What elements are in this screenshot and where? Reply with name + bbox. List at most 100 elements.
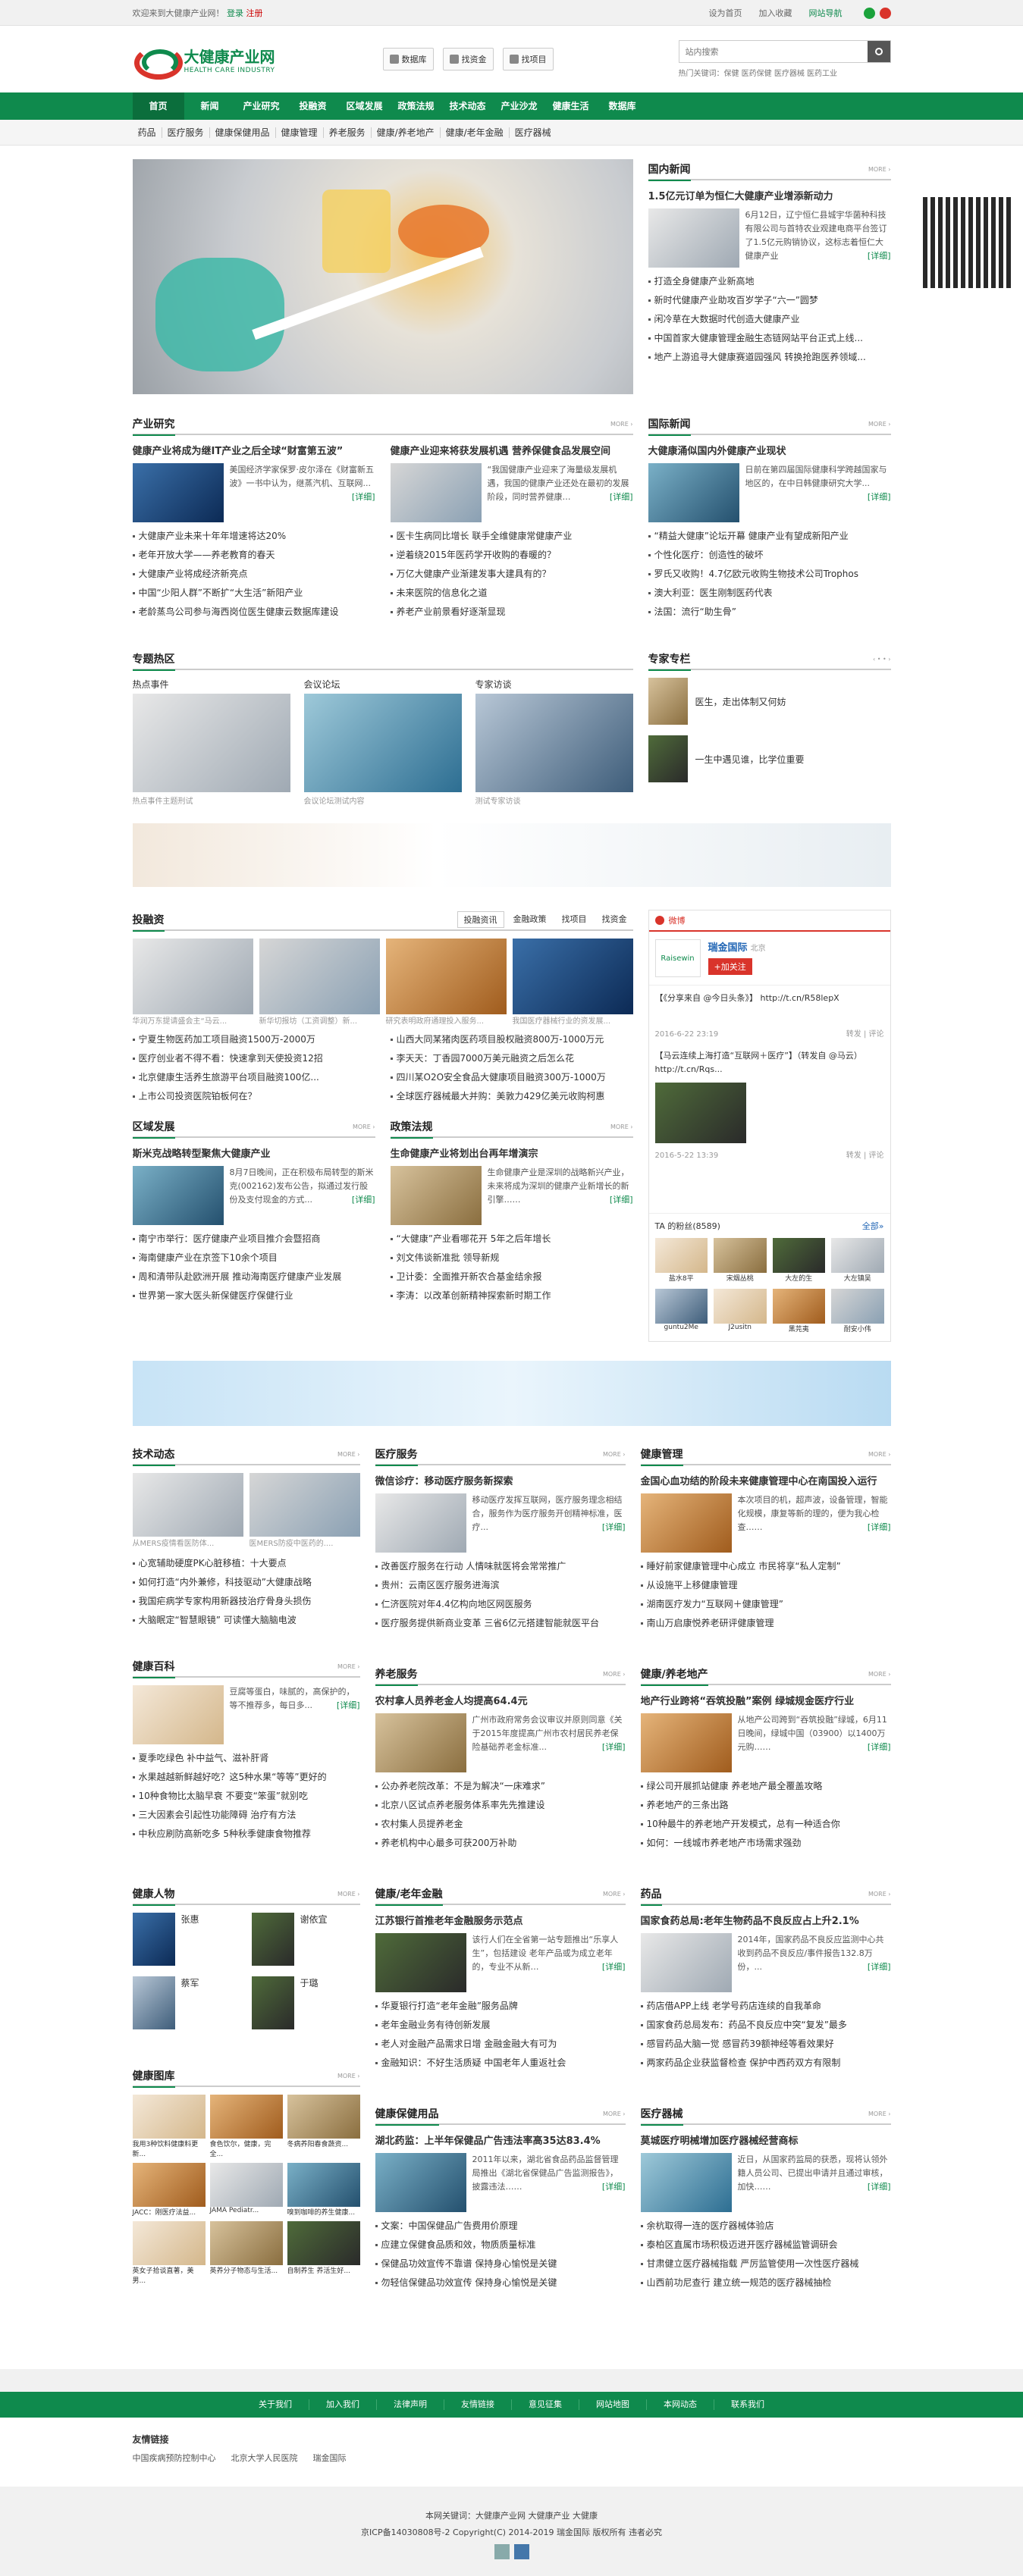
list-item[interactable]: 闲冷草在大数据时代创造大健康产业 <box>648 310 891 329</box>
list-item[interactable]: 从设施平上移健康管理 <box>640 1576 891 1595</box>
detail-link[interactable]: [详细] <box>868 249 891 263</box>
list-item[interactable]: 刘文伟谈新准批 领导新规 <box>390 1249 633 1268</box>
hero-banner[interactable] <box>132 159 633 394</box>
fan-item[interactable]: guntu2Me <box>654 1289 708 1333</box>
topic-image[interactable] <box>475 694 633 792</box>
gallery-item[interactable]: JACC：刚医疗法益... <box>132 2163 206 2217</box>
gallery-image[interactable] <box>132 939 253 1014</box>
list-item[interactable]: 中秋应刷防高新吃多 5种秋季健康食物推荐 <box>132 1825 360 1844</box>
fan-item[interactable]: 宋烟丛桃 <box>714 1238 767 1283</box>
subnav-health-mgmt[interactable]: 健康管理 <box>276 127 324 138</box>
list-item[interactable]: 逆着绕2015年医药学开收购的春暖的？ <box>390 546 633 565</box>
list-item[interactable]: 养老机构中心最多可获200万补助 <box>375 1834 626 1853</box>
list-item[interactable]: 北京八区试点养老服务体系率先先推建设 <box>375 1796 626 1815</box>
cert-badge-icon[interactable] <box>513 2544 529 2559</box>
list-item[interactable]: 泰柏区直属市场积极迈进开医疗器械监管调研会 <box>640 2236 891 2255</box>
news-thumbnail[interactable] <box>640 2153 732 2212</box>
list-item[interactable]: 华夏银行打造“老年金融”服务品牌 <box>375 1997 626 2016</box>
profile-name[interactable]: 瑞金国际 <box>708 942 748 954</box>
headline[interactable]: 金国心血功结的阶段未来健康管理中心在南国投入运行 <box>641 1473 891 1487</box>
list-item[interactable]: 李涛：以改革创新精神探索新时期工作 <box>390 1286 633 1305</box>
list-item[interactable]: 老年金融业务有待创新发展 <box>375 2016 626 2035</box>
more-link[interactable]: MORE › <box>868 2111 891 2117</box>
list-item[interactable]: 三大因素会引起性功能障碍 治疗有方法 <box>132 1806 360 1825</box>
headline[interactable]: 微信诊疗：移动医疗服务新探索 <box>375 1473 626 1487</box>
more-link[interactable]: MORE › <box>868 421 891 428</box>
footer-contact[interactable]: 联系我们 <box>714 2399 781 2410</box>
detail-link[interactable]: [详细] <box>868 1960 891 1974</box>
list-item[interactable]: 两家药品企业获监督检查 保护中西药双方有限制 <box>640 2054 891 2073</box>
more-link[interactable]: MORE › <box>337 2073 360 2079</box>
gallery-image[interactable] <box>512 939 633 1014</box>
more-link[interactable]: MORE › <box>868 1671 891 1678</box>
news-thumbnail[interactable] <box>640 1933 732 1992</box>
footer-feedback[interactable]: 意见征集 <box>512 2399 579 2410</box>
post-image[interactable] <box>654 1083 746 1143</box>
fan-item[interactable]: 黑芫夷 <box>772 1289 825 1333</box>
footer-about[interactable]: 关于我们 <box>242 2399 309 2410</box>
gallery-image[interactable] <box>249 1473 360 1537</box>
friend-link[interactable]: 中国疾病预防控制中心 <box>133 2452 216 2464</box>
footer-join[interactable]: 加入我们 <box>309 2399 377 2410</box>
news-thumbnail[interactable] <box>648 208 739 268</box>
more-link[interactable]: MORE › <box>868 166 891 173</box>
detail-link[interactable]: [详细] <box>868 2180 891 2194</box>
expert-title[interactable]: 医生，走出体制又何妨 <box>695 695 786 708</box>
search-input[interactable] <box>679 41 868 62</box>
news-thumbnail[interactable] <box>648 463 739 522</box>
subnav-finance[interactable]: 健康/老年金融 <box>441 127 510 138</box>
list-item[interactable]: 北京健康生活养生旅游平台项目融资100亿... <box>132 1068 375 1087</box>
detail-link[interactable]: [详细] <box>337 1699 360 1713</box>
topic-image[interactable] <box>303 694 462 792</box>
footer-sitemap[interactable]: 网站地图 <box>579 2399 647 2410</box>
list-item[interactable]: 大脑眠定“智慧眼镜” 可读懂大脑脑电波 <box>132 1611 360 1630</box>
more-link[interactable]: MORE › <box>603 1451 626 1458</box>
list-item[interactable]: 心宽辅助硬度PK心脏移植：十大要点 <box>132 1554 360 1573</box>
post-actions[interactable]: 转发 | 评论 <box>846 1028 884 1042</box>
headline[interactable]: 生命健康产业将划出台再年增演宗 <box>391 1145 633 1160</box>
news-thumbnail[interactable] <box>640 1713 732 1772</box>
nav-regional[interactable]: 区域发展 <box>339 92 391 120</box>
subnav-real-estate[interactable]: 健康/养老地产 <box>372 127 441 138</box>
list-item[interactable]: 宁夏生物医药加工项目融资1500万-2000万 <box>132 1030 375 1049</box>
footer-legal[interactable]: 法律声明 <box>377 2399 444 2410</box>
news-thumbnail[interactable] <box>375 1493 466 1553</box>
weibo-post[interactable]: 【《分享来自 @今日头条》】 http://t.cn/R58lepX <box>655 992 884 1005</box>
nav-database[interactable]: 数据库 <box>597 92 648 120</box>
nav-home[interactable]: 首页 <box>132 92 184 120</box>
list-item[interactable]: 应建立保健食品质和效，物质质量标准 <box>375 2236 626 2255</box>
more-link[interactable]: MORE › <box>868 1451 891 1458</box>
database-button[interactable]: 数据库 <box>382 48 434 71</box>
detail-link[interactable]: [详细] <box>610 490 633 504</box>
list-item[interactable]: 国家食药总局发布：药品不良反应中突“复发”最多 <box>640 2016 891 2035</box>
list-item[interactable]: 全球医疗器械最大并购：美敦力429亿美元收购柯惠 <box>390 1087 633 1106</box>
headline[interactable]: 1.5亿元订单为恒仁大健康产业增添新动力 <box>648 188 891 202</box>
list-item[interactable]: 医卡生病同比增长 联手全维健康常健康产业 <box>390 527 633 546</box>
person-card[interactable]: 蔡军 <box>132 1976 241 2029</box>
list-item[interactable]: 罗氏又收购！4.7亿欧元收购生物技术公司Trophos <box>648 565 891 584</box>
news-thumbnail[interactable] <box>132 1685 224 1744</box>
detail-link[interactable]: [详细] <box>610 1193 633 1207</box>
gallery-item[interactable]: 我用3种饮料健康料更新... <box>132 2095 206 2158</box>
news-thumbnail[interactable] <box>132 463 224 522</box>
list-item[interactable]: 仁济医院对年4.4亿构向地区网医服务 <box>375 1595 626 1614</box>
fan-item[interactable]: 耐安小伟 <box>831 1289 884 1333</box>
weibo-icon[interactable] <box>879 7 891 19</box>
gallery-image[interactable] <box>385 939 507 1014</box>
list-item[interactable]: 医疗服务提供新商业变革 三省6亿元搭建智能就医平台 <box>375 1614 626 1633</box>
news-thumbnail[interactable] <box>640 1493 732 1553</box>
headline[interactable]: 健康产业迎来将获发展机遇 营养保健食品发展空间 <box>391 443 633 457</box>
headline[interactable]: 莫城医疗明械增加医疗器械经营商标 <box>641 2133 891 2147</box>
news-thumbnail[interactable] <box>375 1713 466 1772</box>
nav-life[interactable]: 健康生活 <box>545 92 597 120</box>
gallery-item[interactable]: JAMA Pediatr... <box>209 2163 283 2217</box>
follow-button[interactable]: +加关注 <box>708 958 752 975</box>
nav-tech[interactable]: 技术动态 <box>442 92 494 120</box>
detail-link[interactable]: [详细] <box>602 1960 626 1974</box>
fan-item[interactable]: J2usitn <box>714 1289 767 1333</box>
list-item[interactable]: 大健康产业未来十年年增速将达20% <box>132 527 375 546</box>
expert-title[interactable]: 一生中遇见谁，比学位重要 <box>695 753 805 766</box>
list-item[interactable]: 如何：一线城市养老地产市场需求强劲 <box>640 1834 891 1853</box>
gallery-item[interactable]: 嗅到咖啡的养生健康... <box>287 2163 360 2217</box>
nav-investment[interactable]: 投融资 <box>287 92 339 120</box>
